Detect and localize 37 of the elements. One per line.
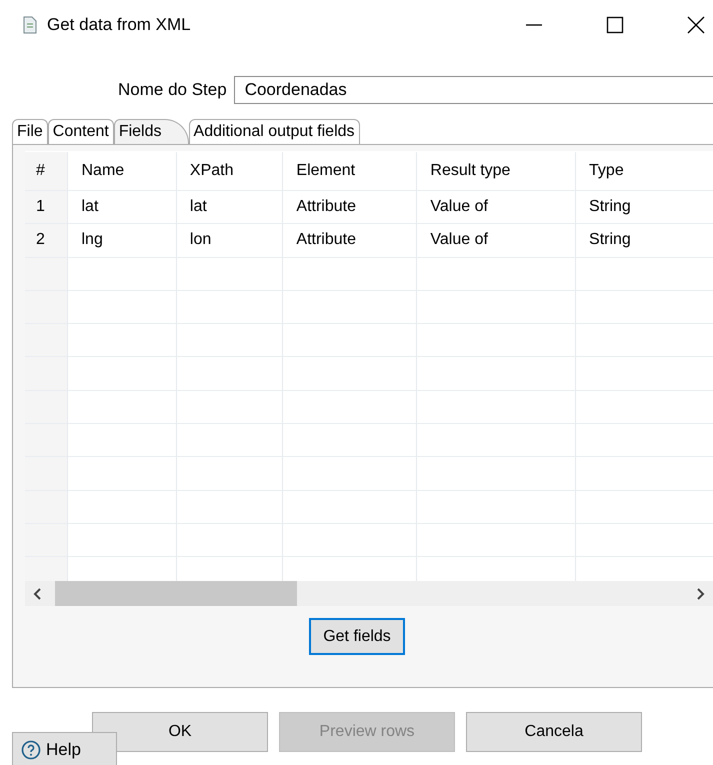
tab[interactable]: File	[12, 119, 48, 144]
step-name-label: Nome do Step	[118, 80, 227, 100]
column-header[interactable]: Name	[67, 152, 176, 190]
scrollbar-thumb[interactable]	[55, 581, 297, 606]
close-icon[interactable]	[687, 16, 705, 34]
column-header[interactable]: Type	[575, 152, 713, 190]
table-cell: Value of	[416, 224, 576, 257]
table-cell: 2	[25, 224, 68, 257]
column-header[interactable]: XPath	[176, 152, 282, 190]
table-cell: lon	[176, 224, 282, 257]
help-icon	[21, 740, 41, 760]
column-header[interactable]: Result type	[416, 152, 576, 190]
get-fields-button[interactable]: Get fields	[309, 618, 405, 655]
table-cell: Attribute	[282, 191, 416, 224]
table-cell: Value of	[416, 191, 576, 224]
tab[interactable]: Content	[48, 119, 114, 144]
tab[interactable]: Additional output fields	[188, 119, 360, 144]
table-cell: String	[575, 191, 713, 224]
scroll-right-icon[interactable]	[695, 586, 705, 600]
table-cell: lat	[176, 191, 282, 224]
column-header[interactable]: #	[25, 152, 68, 190]
step-name-field[interactable]: Coordenadas	[234, 76, 713, 104]
scroll-left-icon[interactable]	[33, 586, 43, 600]
horizontal-scrollbar[interactable]	[25, 581, 713, 606]
table-cell: 1	[25, 191, 68, 224]
column-header[interactable]: Element	[282, 152, 416, 190]
table-cell: String	[575, 224, 713, 257]
window-title: Get data from XML	[47, 15, 191, 35]
dialog-button[interactable]: OK	[92, 712, 268, 752]
help-button[interactable]: Help	[12, 732, 117, 765]
tab[interactable]: Fields	[114, 119, 189, 144]
dialog-button[interactable]: Cancela	[466, 712, 642, 752]
maximize-icon[interactable]	[606, 16, 624, 34]
table-cell: lng	[67, 224, 176, 257]
document-icon	[22, 16, 38, 34]
table-cell: Attribute	[282, 224, 416, 257]
table-cell: lat	[67, 191, 176, 224]
